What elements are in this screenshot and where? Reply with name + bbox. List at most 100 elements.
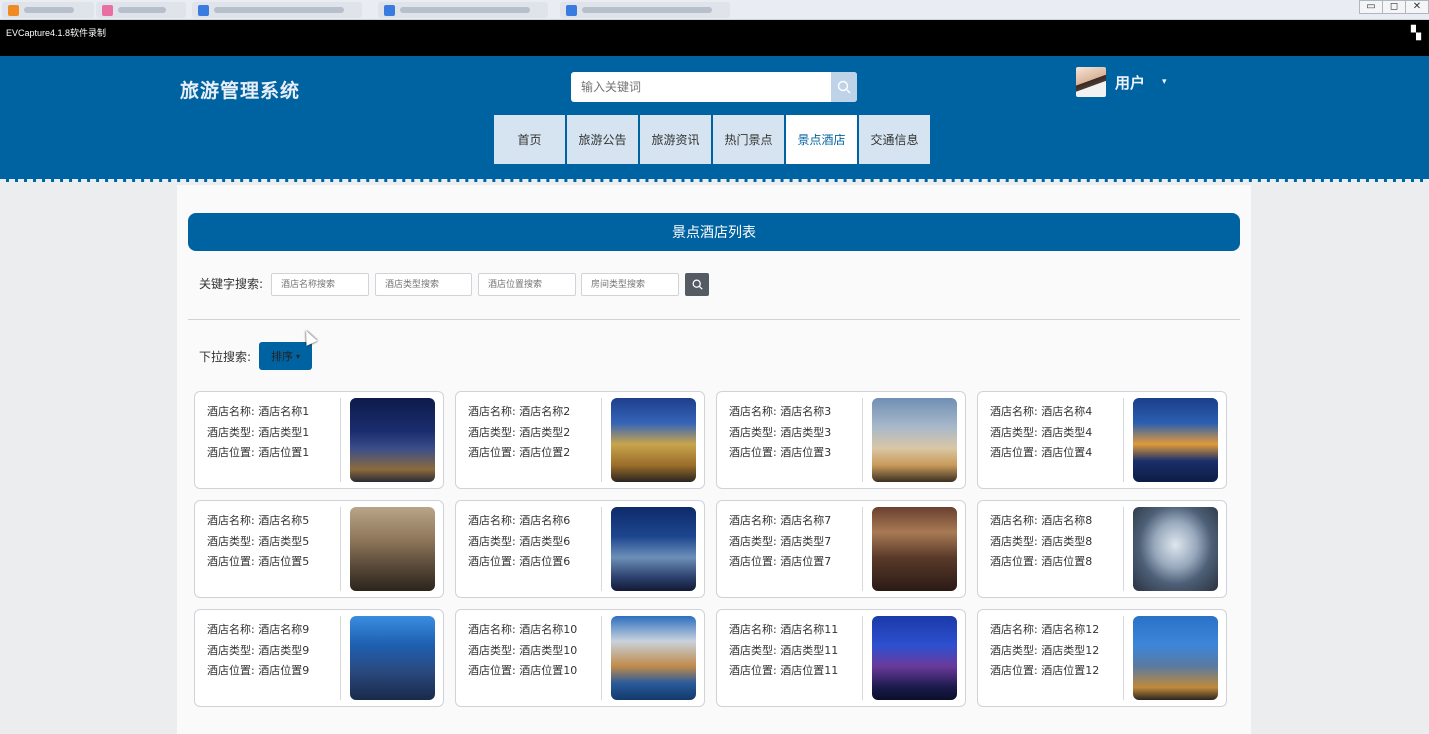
hotel-thumbnail[interactable] — [611, 616, 696, 700]
hotel-location: 酒店位置: 酒店位置10 — [468, 664, 578, 677]
hotel-type: 酒店类型: 酒店类型12 — [990, 643, 1100, 657]
search-icon — [692, 279, 703, 290]
hotel-type: 酒店类型: 酒店类型8 — [990, 534, 1093, 548]
maximize-icon[interactable]: ◻ — [1382, 0, 1406, 14]
hotel-card[interactable]: 酒店名称: 酒店名称9 酒店类型: 酒店类型9 酒店位置: 酒店位置9 — [194, 609, 444, 707]
hotel-card[interactable]: 酒店名称: 酒店名称5 酒店类型: 酒店类型5 酒店位置: 酒店位置5 — [194, 500, 444, 598]
divider — [340, 616, 341, 700]
hotel-thumbnail[interactable] — [350, 507, 435, 591]
hotel-thumbnail[interactable] — [1133, 398, 1218, 482]
os-tab[interactable] — [2, 2, 94, 18]
hotel-name: 酒店名称: 酒店名称8 — [990, 514, 1093, 527]
hotel-type: 酒店类型: 酒店类型7 — [729, 534, 832, 548]
divider — [1123, 616, 1124, 700]
app-icon — [566, 4, 577, 16]
hotel-thumbnail[interactable] — [872, 398, 957, 482]
hotel-location: 酒店位置: 酒店位置12 — [990, 664, 1100, 677]
hotel-thumbnail[interactable] — [1133, 616, 1218, 700]
hotel-location: 酒店位置: 酒店位置2 — [468, 446, 571, 459]
room-type-search-input[interactable] — [581, 273, 679, 296]
nav-item-news[interactable]: 旅游资讯 — [640, 115, 711, 164]
keyword-search-button[interactable] — [685, 273, 709, 296]
hotel-card[interactable]: 酒店名称: 酒店名称3 酒店类型: 酒店类型3 酒店位置: 酒店位置3 — [716, 391, 966, 489]
hotel-thumbnail[interactable] — [872, 616, 957, 700]
hotel-card[interactable]: 酒店名称: 酒店名称7 酒店类型: 酒店类型7 酒店位置: 酒店位置7 — [716, 500, 966, 598]
divider — [188, 319, 1240, 320]
divider — [601, 398, 602, 482]
nav-item-traffic[interactable]: 交通信息 — [859, 115, 930, 164]
close-icon[interactable]: ✕ — [1405, 0, 1429, 14]
hotel-name: 酒店名称: 酒店名称2 — [468, 405, 571, 418]
hotel-type: 酒店类型: 酒店类型11 — [729, 643, 839, 657]
hotel-name: 酒店名称: 酒店名称6 — [468, 514, 571, 527]
os-tab[interactable] — [96, 2, 186, 18]
nav-item-home[interactable]: 首页 — [494, 115, 565, 164]
search-button[interactable] — [831, 72, 857, 102]
hotel-thumbnail[interactable] — [350, 398, 435, 482]
hotel-location-search-input[interactable] — [478, 273, 576, 296]
hotel-type: 酒店类型: 酒店类型9 — [207, 643, 310, 657]
hotel-card[interactable]: 酒店名称: 酒店名称10 酒店类型: 酒店类型10 酒店位置: 酒店位置10 — [455, 609, 705, 707]
user-name: 用户 — [1115, 73, 1146, 92]
hotel-type: 酒店类型: 酒店类型4 — [990, 425, 1093, 439]
os-tab[interactable] — [192, 2, 362, 18]
hotel-card[interactable]: 酒店名称: 酒店名称2 酒店类型: 酒店类型2 酒店位置: 酒店位置2 — [455, 391, 705, 489]
search-input[interactable] — [571, 72, 831, 102]
hotel-name: 酒店名称: 酒店名称12 — [990, 623, 1100, 636]
hotel-card[interactable]: 酒店名称: 酒店名称1 酒店类型: 酒店类型1 酒店位置: 酒店位置1 — [194, 391, 444, 489]
divider — [862, 616, 863, 700]
hotel-thumbnail[interactable] — [1133, 507, 1218, 591]
hotel-type-search-input[interactable] — [375, 273, 472, 296]
hotel-card[interactable]: 酒店名称: 酒店名称6 酒店类型: 酒店类型6 酒店位置: 酒店位置6 — [455, 500, 705, 598]
hotel-location: 酒店位置: 酒店位置11 — [729, 664, 839, 677]
divider — [1123, 507, 1124, 591]
hotel-location: 酒店位置: 酒店位置4 — [990, 446, 1093, 459]
hotel-type: 酒店类型: 酒店类型6 — [468, 534, 571, 548]
hotel-location: 酒店位置: 酒店位置8 — [990, 555, 1093, 568]
hotel-name: 酒店名称: 酒店名称3 — [729, 405, 832, 418]
keyword-search-label: 关键字搜索: — [199, 277, 264, 291]
hotel-location: 酒店位置: 酒店位置3 — [729, 446, 832, 459]
hotel-name: 酒店名称: 酒店名称1 — [207, 405, 310, 418]
grid-menu-icon[interactable]: ▚ — [1411, 26, 1421, 41]
divider — [862, 507, 863, 591]
capture-title: EVCapture4.1.8软件录制 — [6, 28, 107, 38]
chevron-down-icon: ▾ — [295, 351, 300, 361]
hotel-location: 酒店位置: 酒店位置6 — [468, 555, 571, 568]
hotel-name: 酒店名称: 酒店名称9 — [207, 623, 310, 636]
hotel-name-search-input[interactable] — [271, 273, 369, 296]
divider — [601, 507, 602, 591]
app-icon — [384, 4, 395, 16]
nav-item-announcements[interactable]: 旅游公告 — [567, 115, 638, 164]
os-tab[interactable] — [560, 2, 730, 18]
hotel-thumbnail[interactable] — [611, 507, 696, 591]
hotel-name: 酒店名称: 酒店名称7 — [729, 514, 832, 527]
hotel-location: 酒店位置: 酒店位置1 — [207, 446, 310, 459]
hotel-card[interactable]: 酒店名称: 酒店名称11 酒店类型: 酒店类型11 酒店位置: 酒店位置11 — [716, 609, 966, 707]
divider — [340, 398, 341, 482]
hotel-thumbnail[interactable] — [872, 507, 957, 591]
hotel-card[interactable]: 酒店名称: 酒店名称8 酒店类型: 酒店类型8 酒店位置: 酒店位置8 — [977, 500, 1227, 598]
divider — [1123, 398, 1124, 482]
hotel-card[interactable]: 酒店名称: 酒店名称4 酒店类型: 酒店类型4 酒店位置: 酒店位置4 — [977, 391, 1227, 489]
hotel-location: 酒店位置: 酒店位置9 — [207, 664, 310, 677]
nav-item-attractions[interactable]: 热门景点 — [713, 115, 784, 164]
divider — [340, 507, 341, 591]
hotel-location: 酒店位置: 酒店位置7 — [729, 555, 832, 568]
sort-dropdown-button[interactable]: 排序 ▾ — [259, 342, 312, 370]
nav-item-hotels[interactable]: 景点酒店 — [786, 115, 857, 164]
hotel-thumbnail[interactable] — [350, 616, 435, 700]
app-icon — [8, 4, 19, 16]
hotel-type: 酒店类型: 酒店类型10 — [468, 643, 578, 657]
minimize-icon[interactable]: ▭ — [1359, 0, 1383, 14]
user-menu[interactable]: 用户 ▾ — [1076, 67, 1167, 97]
app-icon — [198, 4, 209, 16]
capture-toolbar: EVCapture4.1.8软件录制 ▚ — [0, 20, 1429, 56]
divider — [862, 398, 863, 482]
sort-label: 排序 — [270, 350, 293, 363]
hotel-type: 酒店类型: 酒店类型2 — [468, 425, 571, 439]
hotel-thumbnail[interactable] — [611, 398, 696, 482]
site-title: 旅游管理系统 — [180, 80, 301, 102]
hotel-card[interactable]: 酒店名称: 酒店名称12 酒店类型: 酒店类型12 酒店位置: 酒店位置12 — [977, 609, 1227, 707]
os-tab[interactable] — [378, 2, 548, 18]
